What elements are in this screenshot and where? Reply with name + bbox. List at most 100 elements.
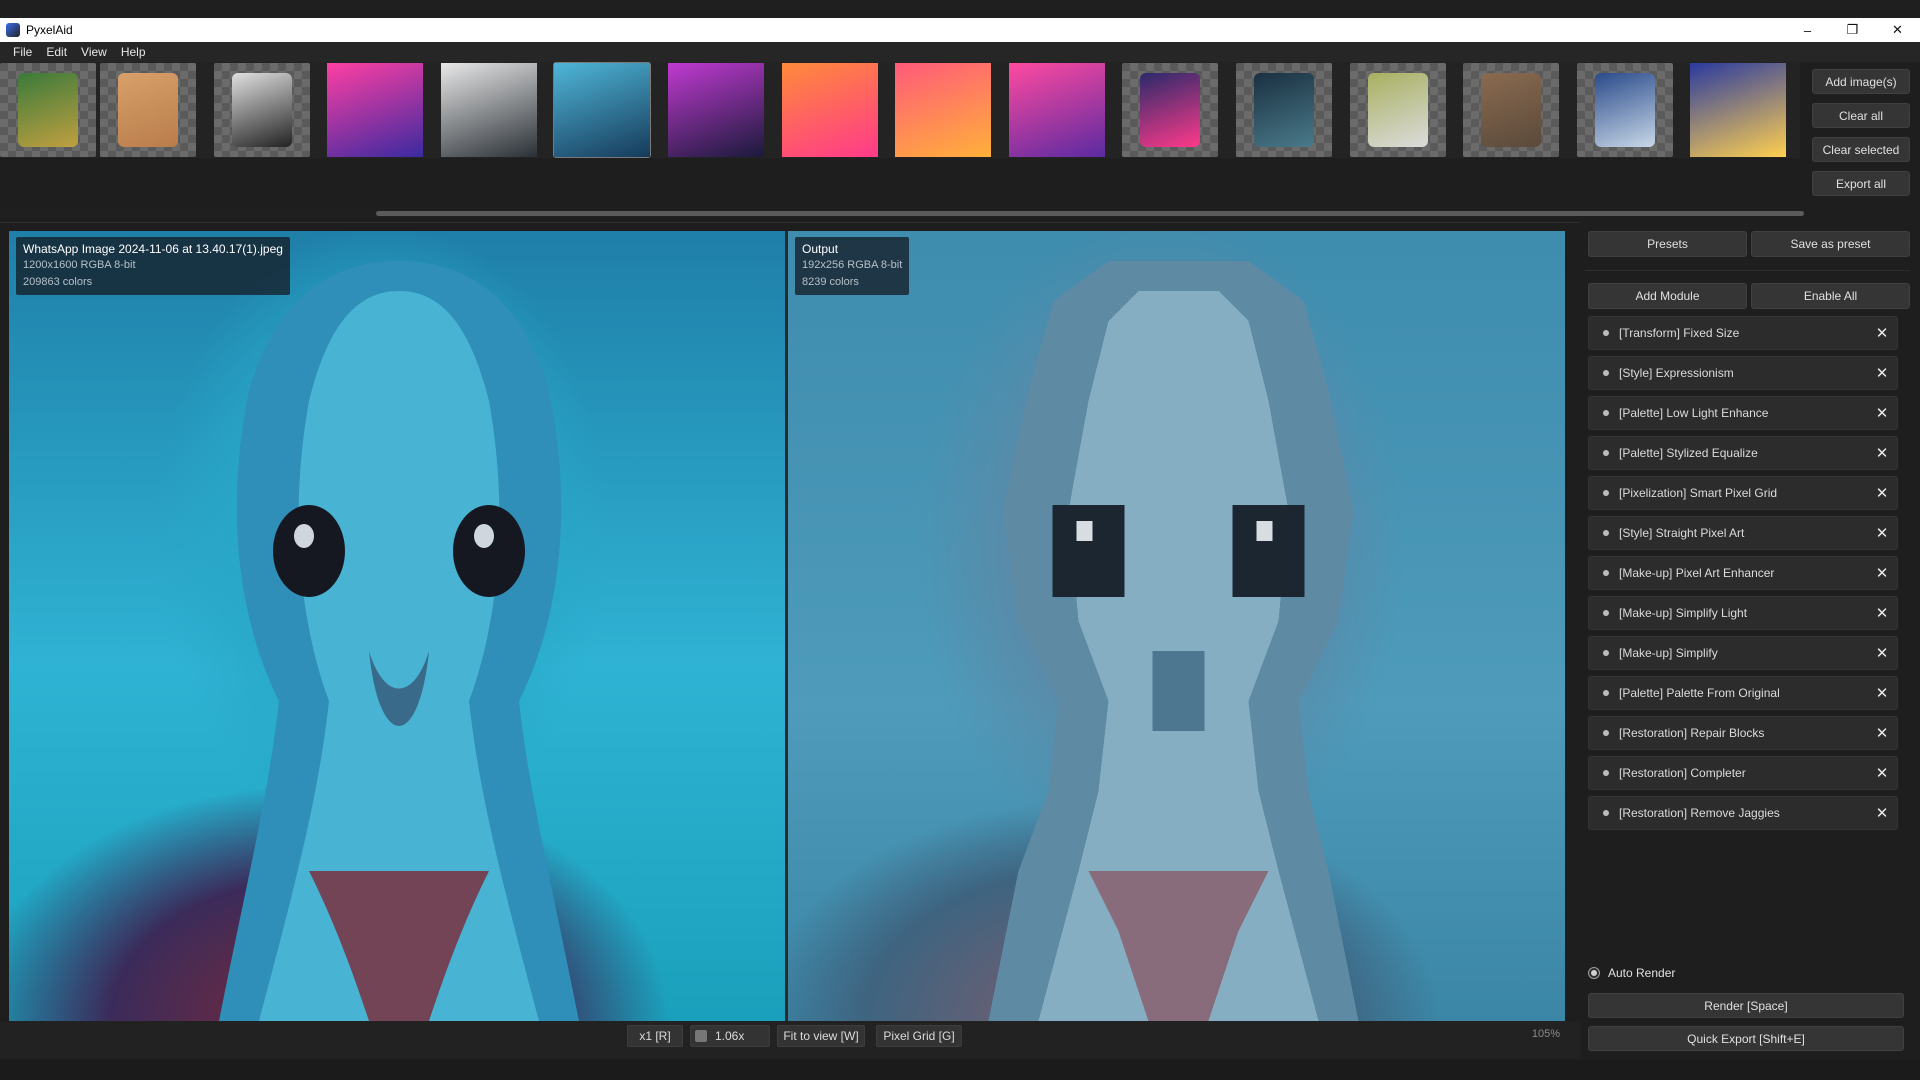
remove-module-icon[interactable]: ✕ bbox=[1867, 444, 1897, 462]
module-item[interactable]: [Restoration] Completer ✕ bbox=[1588, 756, 1898, 790]
thumbnail-torii-landscape[interactable] bbox=[1236, 63, 1332, 157]
thumbnail-image bbox=[18, 73, 78, 147]
remove-module-icon[interactable]: ✕ bbox=[1867, 324, 1897, 342]
thumbnail-image bbox=[441, 63, 537, 157]
remove-module-icon[interactable]: ✕ bbox=[1867, 764, 1897, 782]
render-button[interactable]: Render [Space] bbox=[1588, 993, 1904, 1018]
menu-edit[interactable]: Edit bbox=[39, 45, 74, 59]
module-item[interactable]: [Restoration] Remove Jaggies ✕ bbox=[1588, 796, 1898, 830]
thumbnail-image bbox=[1595, 73, 1655, 147]
module-enabled-dot-icon[interactable] bbox=[1603, 770, 1609, 776]
scale-button[interactable]: x1 [R] bbox=[627, 1025, 683, 1047]
module-label: [Restoration] Repair Blocks bbox=[1619, 726, 1765, 740]
module-item[interactable]: [Make-up] Pixel Art Enhancer ✕ bbox=[1588, 556, 1898, 590]
module-enabled-dot-icon[interactable] bbox=[1603, 570, 1609, 576]
module-enabled-dot-icon[interactable] bbox=[1603, 730, 1609, 736]
menu-help[interactable]: Help bbox=[114, 45, 153, 59]
module-enabled-dot-icon[interactable] bbox=[1603, 330, 1609, 336]
thumbnail-retro-beach-woman[interactable] bbox=[782, 63, 878, 157]
auto-render-label: Auto Render bbox=[1608, 966, 1676, 980]
remove-module-icon[interactable]: ✕ bbox=[1867, 604, 1897, 622]
module-item[interactable]: [Palette] Low Light Enhance ✕ bbox=[1588, 396, 1898, 430]
module-enabled-dot-icon[interactable] bbox=[1603, 490, 1609, 496]
thumbnail-image bbox=[1368, 73, 1428, 147]
remove-module-icon[interactable]: ✕ bbox=[1867, 524, 1897, 542]
module-item[interactable]: [Restoration] Repair Blocks ✕ bbox=[1588, 716, 1898, 750]
thumbnail-scrollbar[interactable] bbox=[0, 208, 1804, 218]
clear-selected-button[interactable]: Clear selected bbox=[1812, 137, 1910, 162]
remove-module-icon[interactable]: ✕ bbox=[1867, 684, 1897, 702]
thumbnail-blue-car[interactable] bbox=[1577, 63, 1673, 157]
input-color-count: 209863 colors bbox=[23, 276, 93, 288]
module-enabled-dot-icon[interactable] bbox=[1603, 530, 1609, 536]
module-item[interactable]: [Style] Expressionism ✕ bbox=[1588, 356, 1898, 390]
restore-button[interactable]: ❐ bbox=[1830, 18, 1875, 42]
remove-module-icon[interactable]: ✕ bbox=[1867, 564, 1897, 582]
thumbnail-neon-street-woman[interactable] bbox=[895, 63, 991, 157]
remove-module-icon[interactable]: ✕ bbox=[1867, 484, 1897, 502]
thumbnail-scientist[interactable] bbox=[441, 63, 537, 157]
menu-bar: File Edit View Help bbox=[0, 42, 1920, 62]
input-dimensions: 1200x1600 RGBA 8-bit bbox=[23, 259, 136, 271]
output-info-overlay: Output 192x256 RGBA 8-bit 8239 colors bbox=[795, 237, 910, 295]
remove-module-icon[interactable]: ✕ bbox=[1867, 364, 1897, 382]
zoom-input[interactable]: 1.06x bbox=[690, 1025, 770, 1047]
module-item[interactable]: [Make-up] Simplify Light ✕ bbox=[1588, 596, 1898, 630]
remove-module-icon[interactable]: ✕ bbox=[1867, 724, 1897, 742]
module-enabled-dot-icon[interactable] bbox=[1603, 410, 1609, 416]
title-bar: PyxelAid – ❐ ✕ bbox=[0, 18, 1920, 42]
module-item[interactable]: [Style] Straight Pixel Art ✕ bbox=[1588, 516, 1898, 550]
thumbnail-neon-car[interactable] bbox=[1122, 63, 1218, 157]
pixel-grid-button[interactable]: Pixel Grid [G] bbox=[876, 1025, 962, 1047]
thumbnail-strip bbox=[0, 62, 1800, 158]
thumbnail-neon-woman-jacket[interactable] bbox=[668, 63, 764, 157]
thumbnail-pink-hair-woman[interactable] bbox=[1009, 63, 1105, 157]
module-item[interactable]: [Transform] Fixed Size ✕ bbox=[1588, 316, 1898, 350]
thumbnail-figurine[interactable] bbox=[214, 63, 310, 157]
output-image-viewer[interactable]: Output 192x256 RGBA 8-bit 8239 colors bbox=[788, 231, 1565, 1021]
input-filename: WhatsApp Image 2024-11-06 at 13.40.17(1)… bbox=[23, 242, 283, 256]
module-item[interactable]: [Palette] Stylized Equalize ✕ bbox=[1588, 436, 1898, 470]
input-image-viewer[interactable]: WhatsApp Image 2024-11-06 at 13.40.17(1)… bbox=[9, 231, 785, 1021]
thumbnail-dragon[interactable] bbox=[0, 63, 96, 157]
save-as-preset-button[interactable]: Save as preset bbox=[1751, 231, 1910, 257]
scrollbar-thumb[interactable] bbox=[376, 211, 1804, 216]
enable-all-button[interactable]: Enable All bbox=[1751, 283, 1910, 309]
thumbnail-image bbox=[1481, 73, 1541, 147]
add-module-button[interactable]: Add Module bbox=[1588, 283, 1747, 309]
close-window-button[interactable]: ✕ bbox=[1875, 18, 1920, 42]
fit-to-view-button[interactable]: Fit to view [W] bbox=[777, 1025, 865, 1047]
module-enabled-dot-icon[interactable] bbox=[1603, 610, 1609, 616]
thumbnail-kitten[interactable] bbox=[100, 63, 196, 157]
thumbnail-zombie-figure[interactable] bbox=[1463, 63, 1559, 157]
thumbnail-retro-computers[interactable] bbox=[1350, 63, 1446, 157]
export-all-button[interactable]: Export all bbox=[1812, 171, 1910, 196]
auto-render-toggle[interactable]: Auto Render bbox=[1588, 966, 1675, 980]
thumbnail-alien[interactable] bbox=[553, 62, 651, 158]
toolbar-divider bbox=[0, 222, 1580, 223]
minimize-button[interactable]: – bbox=[1785, 18, 1830, 42]
presets-button[interactable]: Presets bbox=[1588, 231, 1747, 257]
remove-module-icon[interactable]: ✕ bbox=[1867, 644, 1897, 662]
thumbnail-neon-woman-arcade[interactable] bbox=[327, 63, 423, 157]
module-enabled-dot-icon[interactable] bbox=[1603, 650, 1609, 656]
add-images-button[interactable]: Add image(s) bbox=[1812, 69, 1910, 94]
module-enabled-dot-icon[interactable] bbox=[1603, 450, 1609, 456]
quick-export-button[interactable]: Quick Export [Shift+E] bbox=[1588, 1026, 1904, 1051]
menu-view[interactable]: View bbox=[74, 45, 114, 59]
remove-module-icon[interactable]: ✕ bbox=[1867, 404, 1897, 422]
module-item[interactable]: [Palette] Palette From Original ✕ bbox=[1588, 676, 1898, 710]
output-dimensions: 192x256 RGBA 8-bit bbox=[802, 259, 903, 271]
module-enabled-dot-icon[interactable] bbox=[1603, 690, 1609, 696]
remove-module-icon[interactable]: ✕ bbox=[1867, 804, 1897, 822]
thumbnail-dancer-poster[interactable] bbox=[1690, 63, 1786, 157]
module-enabled-dot-icon[interactable] bbox=[1603, 810, 1609, 816]
output-color-count: 8239 colors bbox=[802, 276, 859, 288]
auto-render-radio[interactable] bbox=[1588, 967, 1600, 979]
module-item[interactable]: [Pixelization] Smart Pixel Grid ✕ bbox=[1588, 476, 1898, 510]
module-label: [Palette] Low Light Enhance bbox=[1619, 406, 1769, 420]
module-enabled-dot-icon[interactable] bbox=[1603, 370, 1609, 376]
module-item[interactable]: [Make-up] Simplify ✕ bbox=[1588, 636, 1898, 670]
clear-all-button[interactable]: Clear all bbox=[1812, 103, 1910, 128]
menu-file[interactable]: File bbox=[6, 45, 39, 59]
